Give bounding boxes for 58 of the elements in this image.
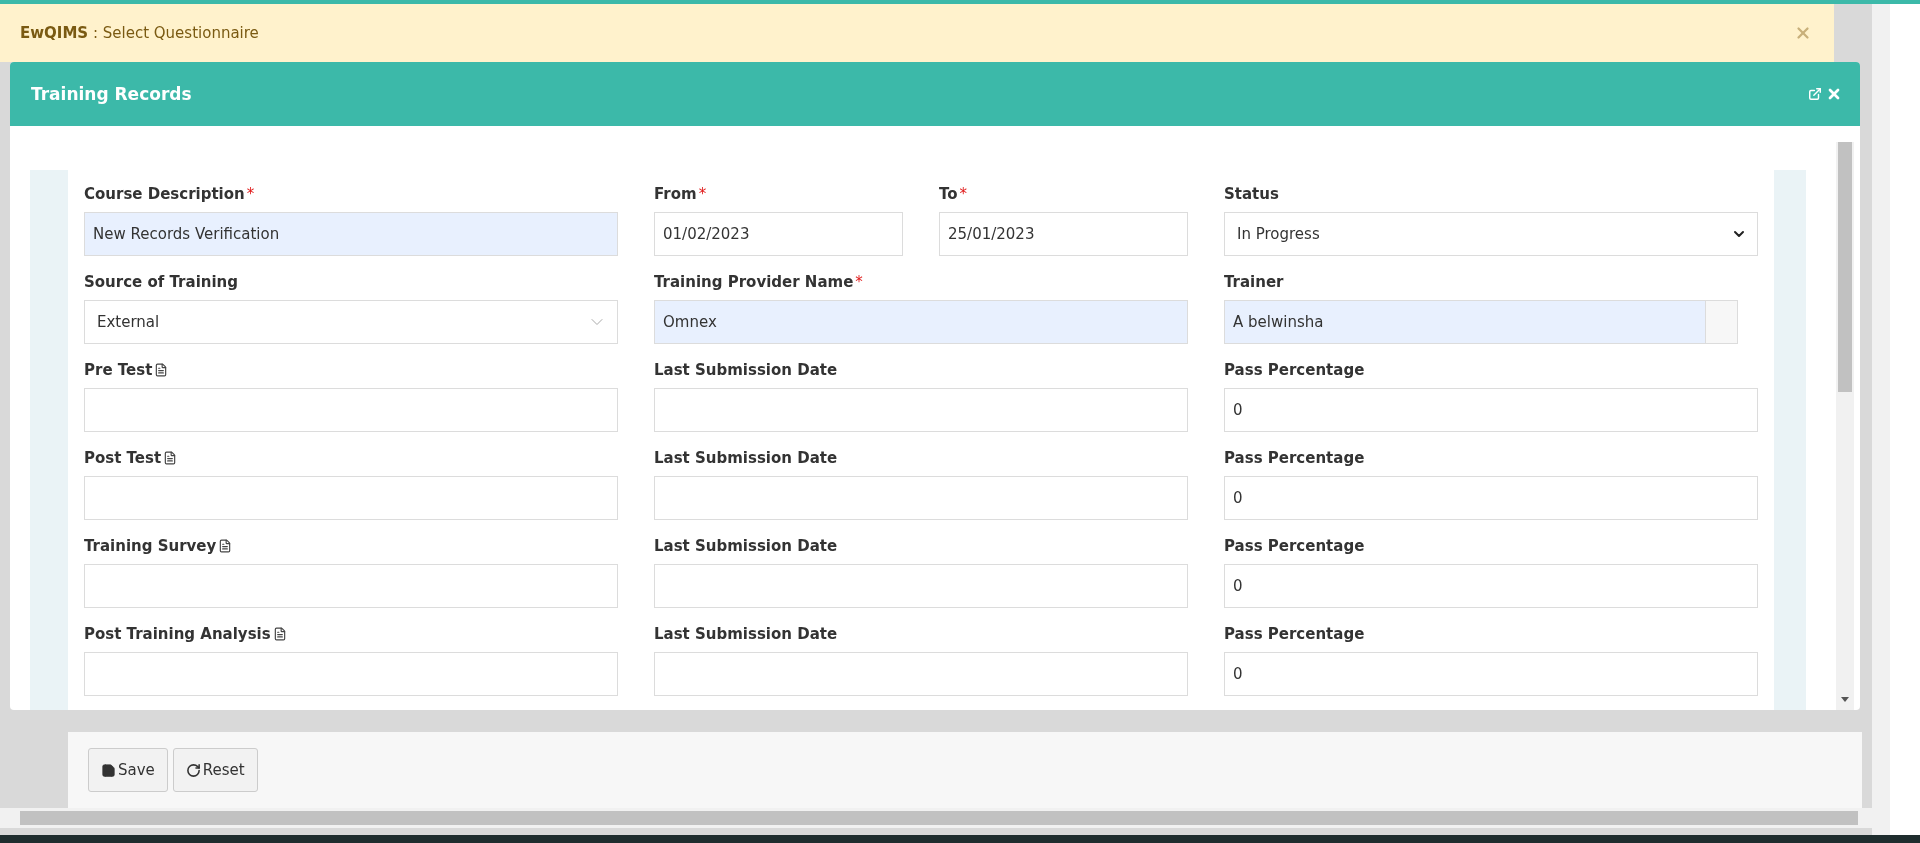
field-label: Pass Percentage bbox=[1224, 625, 1365, 643]
document-icon[interactable] bbox=[163, 451, 178, 465]
field-label: Last Submission Date bbox=[654, 625, 838, 643]
field-label: Last Submission Date bbox=[654, 361, 838, 379]
input-field[interactable] bbox=[654, 652, 1188, 696]
field-label: Training Survey bbox=[84, 537, 217, 555]
input-field[interactable]: 01/02/2023 bbox=[654, 212, 903, 256]
vertical-scrollbar[interactable] bbox=[1836, 142, 1854, 710]
field-label: From bbox=[654, 185, 697, 203]
field-label: Source of Training bbox=[84, 273, 238, 291]
input-field[interactable]: 0 bbox=[1224, 388, 1758, 432]
required-mark: * bbox=[855, 273, 863, 291]
external-link-icon[interactable] bbox=[1808, 87, 1822, 101]
close-button[interactable] bbox=[1794, 24, 1812, 42]
field-label: Pass Percentage bbox=[1224, 537, 1365, 555]
field-label: Pass Percentage bbox=[1224, 449, 1365, 467]
field-label: Post Test bbox=[84, 449, 162, 467]
horizontal-scrollbar[interactable] bbox=[0, 808, 1872, 828]
field-label: Pass Percentage bbox=[1224, 361, 1365, 379]
input-field[interactable]: Omnex bbox=[654, 300, 1188, 344]
field-label: Course Description bbox=[84, 185, 245, 203]
input-field[interactable] bbox=[654, 564, 1188, 608]
save-icon bbox=[101, 762, 116, 778]
field-label: Post Training Analysis bbox=[84, 625, 271, 643]
field-label: Training Provider Name bbox=[654, 273, 854, 291]
input-field[interactable] bbox=[654, 388, 1188, 432]
select-field[interactable]: External bbox=[84, 300, 618, 344]
reset-button[interactable]: Reset bbox=[172, 748, 258, 792]
field-label: Status bbox=[1224, 185, 1279, 203]
input-field[interactable]: 25/01/2023 bbox=[939, 212, 1188, 256]
field-label: To bbox=[939, 185, 958, 203]
field-label: Last Submission Date bbox=[654, 449, 838, 467]
save-button[interactable]: Save bbox=[88, 748, 168, 792]
select-field[interactable]: In Progress bbox=[1224, 212, 1758, 256]
input-field[interactable] bbox=[84, 388, 618, 432]
modal-title: Training Records bbox=[31, 84, 192, 104]
field-label: Pre Test bbox=[84, 361, 153, 379]
input-field[interactable] bbox=[84, 564, 618, 608]
required-mark: * bbox=[698, 185, 707, 203]
document-icon[interactable] bbox=[272, 627, 287, 641]
required-mark: * bbox=[959, 185, 968, 203]
field-label: Trainer bbox=[1224, 273, 1284, 291]
reset-icon bbox=[185, 762, 201, 778]
input-field[interactable]: 0 bbox=[1224, 652, 1758, 696]
input-field[interactable] bbox=[84, 652, 618, 696]
document-icon[interactable] bbox=[218, 539, 233, 553]
lookup-button[interactable] bbox=[1706, 300, 1738, 344]
input-field[interactable] bbox=[654, 476, 1188, 520]
input-field[interactable]: New Records Verification bbox=[84, 212, 618, 256]
input-field[interactable]: 0 bbox=[1224, 476, 1758, 520]
input-field[interactable] bbox=[84, 476, 618, 520]
input-field[interactable]: 0 bbox=[1224, 564, 1758, 608]
input-field[interactable]: A belwinsha bbox=[1224, 300, 1706, 344]
alert-text: EwQIMS : Select Questionnaire bbox=[20, 24, 259, 42]
document-icon[interactable] bbox=[154, 363, 169, 377]
field-label: Last Submission Date bbox=[654, 537, 838, 555]
required-mark: * bbox=[246, 185, 255, 203]
close-button[interactable] bbox=[1826, 86, 1842, 102]
